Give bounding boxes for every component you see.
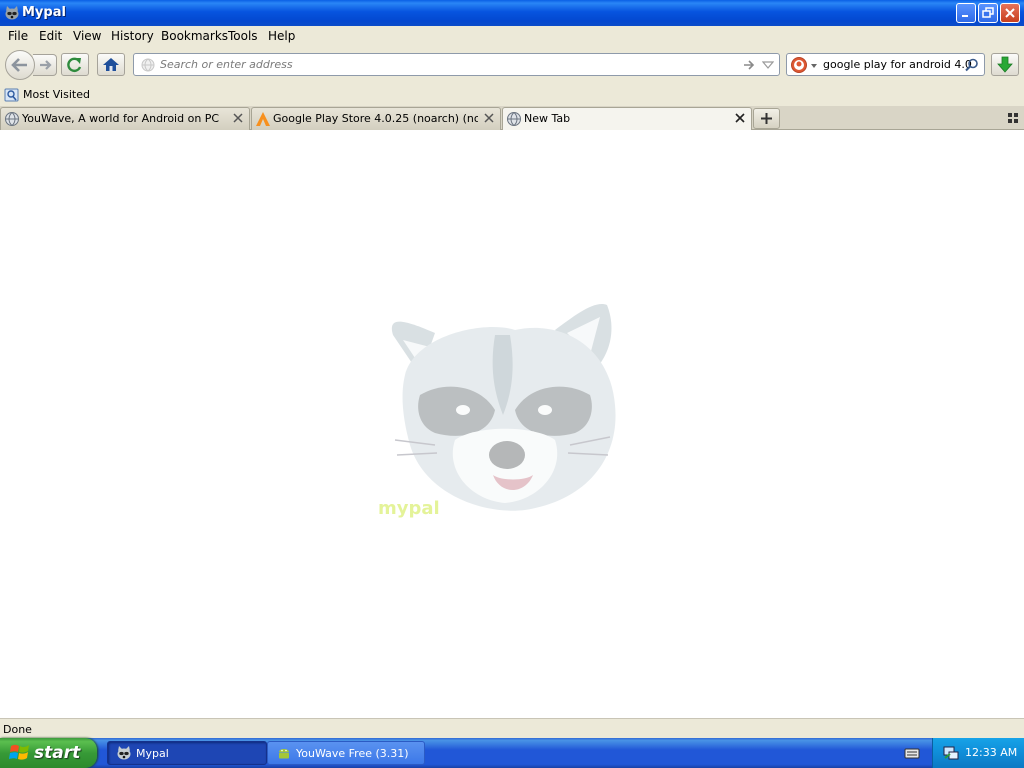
taskbar-item-mypal[interactable]: Mypal <box>107 741 267 765</box>
clock[interactable]: 12:33 AM <box>965 746 1017 759</box>
windows-logo-icon <box>9 744 29 760</box>
restore-icon <box>982 7 994 18</box>
menu-file[interactable]: File <box>8 29 28 43</box>
start-label: start <box>34 743 81 763</box>
minimize-icon <box>962 15 968 17</box>
menu-edit[interactable]: Edit <box>39 29 62 43</box>
menu-view[interactable]: View <box>73 29 101 43</box>
globe-icon <box>5 112 19 127</box>
globe-icon <box>507 112 521 127</box>
android-icon <box>279 749 289 759</box>
tab-youwave[interactable]: YouWave, A world for Android on PC <box>0 107 250 130</box>
close-icon <box>1005 8 1015 18</box>
globe-icon <box>141 58 155 72</box>
search-input[interactable]: google play for android 4.0 <box>823 58 972 71</box>
navigation-toolbar: google play for android 4.0 <box>0 46 1024 84</box>
arrow-left-icon <box>11 58 27 72</box>
menu-bar: File Edit View History Bookmarks Tools H… <box>0 26 1024 46</box>
plus-icon <box>761 113 772 124</box>
tab-label: Google Play Store 4.0.25 (noarch) (nodpi… <box>273 112 478 125</box>
network-icon[interactable] <box>942 744 960 762</box>
reload-icon <box>67 57 82 73</box>
menu-tools[interactable]: Tools <box>228 29 258 43</box>
chevron-down-icon[interactable] <box>810 62 818 70</box>
system-tray: 12:33 AM <box>932 738 1024 768</box>
close-tab-icon[interactable] <box>232 112 244 124</box>
start-button[interactable]: start <box>0 738 97 768</box>
taskbar-item-youwave[interactable]: YouWave Free (3.31) <box>267 741 425 765</box>
address-input[interactable] <box>160 56 730 73</box>
tab-label: YouWave, A world for Android on PC <box>22 112 220 125</box>
tab-list-grid-icon[interactable] <box>1007 112 1019 124</box>
download-arrow-icon <box>997 56 1013 73</box>
keyboard-icon[interactable] <box>904 746 920 760</box>
taskbar-item-label: Mypal <box>136 747 169 760</box>
home-button[interactable] <box>97 53 125 76</box>
menu-history[interactable]: History <box>111 29 154 43</box>
search-engine-icon[interactable] <box>790 56 808 74</box>
status-bar: Done <box>0 718 1024 738</box>
tab-new-tab[interactable]: New Tab <box>502 107 752 131</box>
menu-help[interactable]: Help <box>268 29 295 43</box>
search-icon[interactable] <box>965 58 979 72</box>
bookmark-folder-icon <box>4 88 19 102</box>
raccoon-mascot-watermark <box>391 304 616 511</box>
close-tab-icon[interactable] <box>483 112 495 124</box>
new-tab-page: mypal <box>0 130 1024 718</box>
mypal-logo-icon <box>5 6 19 20</box>
back-button[interactable] <box>5 50 35 80</box>
tab-label: New Tab <box>524 112 571 125</box>
new-tab-button[interactable] <box>753 108 780 129</box>
window-titlebar[interactable]: Mypal <box>0 0 1024 26</box>
tab-google-play-store[interactable]: Google Play Store 4.0.25 (noarch) (nodpi… <box>251 107 501 130</box>
reload-button[interactable] <box>61 53 89 76</box>
close-tab-icon[interactable] <box>734 112 746 124</box>
menu-bookmarks[interactable]: Bookmarks <box>161 29 228 43</box>
address-bar[interactable] <box>133 53 780 76</box>
windows-taskbar: start Mypal YouWave Free (3.31) 12:33 AM <box>0 738 1024 768</box>
apkmirror-icon <box>256 112 270 126</box>
go-arrow-icon[interactable] <box>742 58 756 72</box>
forward-button[interactable] <box>33 54 57 76</box>
dropdown-arrow-icon[interactable] <box>762 59 774 71</box>
mascot-caption: mypal <box>378 498 440 519</box>
status-text: Done <box>3 723 32 736</box>
home-icon <box>103 58 119 71</box>
window-title: Mypal <box>22 5 66 20</box>
mypal-icon <box>117 746 131 760</box>
downloads-button[interactable] <box>991 53 1019 76</box>
tab-strip: YouWave, A world for Android on PC Googl… <box>0 106 1024 131</box>
bookmarks-toolbar: Most Visited <box>0 84 1024 106</box>
taskbar-item-label: YouWave Free (3.31) <box>296 747 409 760</box>
close-window-button[interactable] <box>1000 3 1020 23</box>
minimize-button[interactable] <box>956 3 976 23</box>
bookmark-most-visited[interactable]: Most Visited <box>4 87 90 103</box>
search-bar[interactable]: google play for android 4.0 <box>786 53 985 76</box>
restore-button[interactable] <box>978 3 998 23</box>
arrow-right-icon <box>40 60 52 70</box>
bookmark-label: Most Visited <box>23 88 90 101</box>
